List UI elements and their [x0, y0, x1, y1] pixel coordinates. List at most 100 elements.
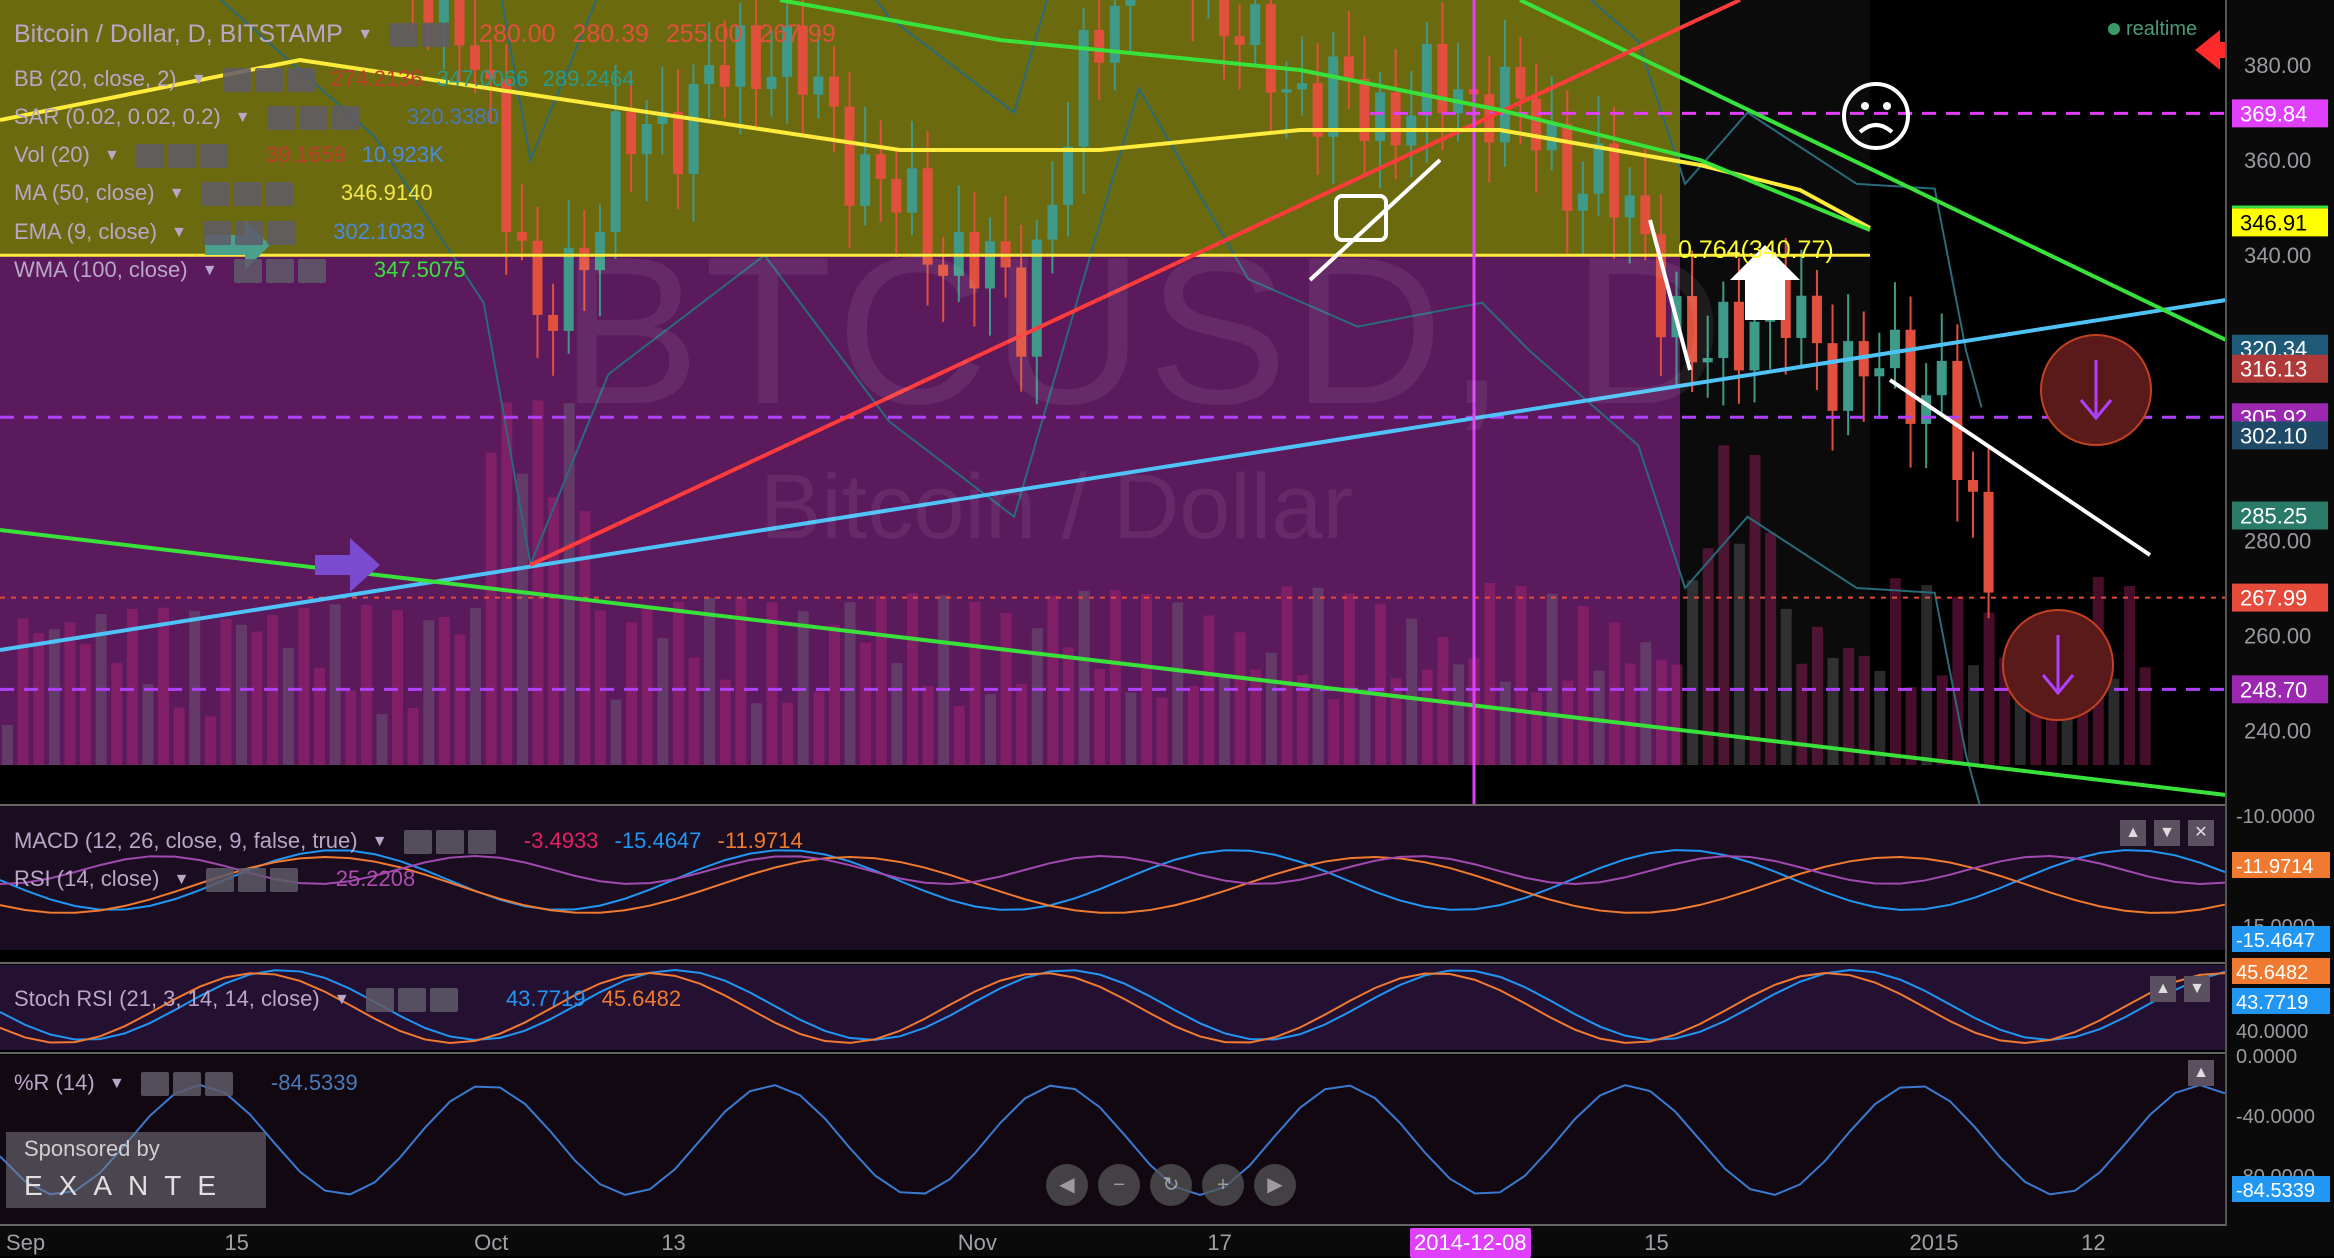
sponsor-box[interactable]: Sponsored by EXANTE	[6, 1132, 266, 1208]
volume-bar	[298, 607, 310, 765]
rsi-legend[interactable]: RSI (14, close) ▼ 25.2208	[14, 866, 416, 893]
eye-icon[interactable]	[203, 221, 232, 246]
close-icon[interactable]	[297, 259, 326, 284]
chevron-down-icon[interactable]: ▼	[357, 26, 373, 44]
volume-bar	[1125, 692, 1137, 765]
candle-body	[1125, 0, 1136, 6]
eye-icon[interactable]	[200, 182, 229, 207]
gear-icon[interactable]	[167, 144, 196, 169]
reset-button[interactable]: ↻	[1150, 1164, 1192, 1206]
wr-legend[interactable]: %R (14) ▼ -84.5339	[14, 1070, 358, 1097]
gear-icon[interactable]	[298, 106, 327, 131]
volume-bar	[1234, 632, 1246, 765]
close-icon[interactable]	[429, 988, 458, 1013]
eye-icon[interactable]	[403, 830, 432, 855]
candle-body	[844, 106, 855, 206]
close-icon[interactable]	[199, 144, 228, 169]
wma-legend[interactable]: WMA (100, close) ▼ 347.5075	[14, 257, 466, 284]
candle-body	[1827, 343, 1838, 411]
gear-icon[interactable]	[237, 868, 266, 893]
price-tag-label: 316.13	[2240, 357, 2307, 382]
gear-icon[interactable]	[235, 221, 264, 246]
volume-bar	[1687, 580, 1699, 765]
pane-up-button[interactable]: ▲	[2120, 820, 2146, 846]
scroll-right-button[interactable]: ▶	[1254, 1164, 1296, 1206]
chevron-down-icon[interactable]: ▼	[235, 109, 251, 127]
gear-icon[interactable]	[172, 1072, 201, 1097]
close-icon[interactable]	[467, 830, 496, 855]
chevron-down-icon[interactable]: ▼	[372, 833, 388, 851]
pane-maximize-button[interactable]: ✕	[2188, 820, 2214, 846]
eye-icon[interactable]	[205, 868, 234, 893]
gear-icon[interactable]	[397, 988, 426, 1013]
close-icon[interactable]	[330, 106, 359, 131]
volume-bar	[1359, 689, 1371, 765]
chevron-down-icon[interactable]: ▼	[169, 185, 185, 203]
volume-bar	[1718, 445, 1730, 765]
eye-icon[interactable]	[233, 259, 262, 284]
volume-bar	[2108, 678, 2120, 765]
volume-bar	[470, 608, 482, 765]
time-tick: Nov	[958, 1230, 997, 1255]
volume-bar	[1546, 593, 1558, 765]
stoch-down-button[interactable]: ▼	[2184, 976, 2210, 1002]
gear-icon[interactable]	[435, 830, 464, 855]
chevron-down-icon[interactable]: ▼	[334, 991, 350, 1009]
gear-icon[interactable]	[254, 68, 283, 93]
pane-down-button[interactable]: ▼	[2154, 820, 2180, 846]
rsi-value: 25.2208	[335, 866, 416, 891]
eye-icon[interactable]	[365, 988, 394, 1013]
candle-body	[501, 79, 512, 233]
vol-legend[interactable]: Vol (20) ▼ 39.1659 10.923K	[14, 142, 444, 169]
ema-legend[interactable]: EMA (9, close) ▼ 302.1033	[14, 219, 425, 246]
sub-axis-tick: -10.0000	[2236, 806, 2315, 828]
gear-icon[interactable]	[265, 259, 294, 284]
volume-bar	[1749, 454, 1761, 765]
candle-body	[1811, 295, 1822, 344]
chevron-down-icon[interactable]: ▼	[109, 1075, 125, 1093]
scroll-left-button[interactable]: ◀	[1046, 1164, 1088, 1206]
close-icon[interactable]	[204, 1072, 233, 1097]
gear-icon[interactable]	[422, 23, 451, 48]
eye-icon[interactable]	[140, 1072, 169, 1097]
eye-icon[interactable]	[135, 144, 164, 169]
price-tag-label: 369.84	[2240, 101, 2307, 126]
volume-bar	[1889, 578, 1901, 765]
volume-bar	[1078, 590, 1090, 765]
volume-bar	[48, 629, 60, 765]
zoom-in-button[interactable]: +	[1202, 1164, 1244, 1206]
zoom-out-button[interactable]: −	[1098, 1164, 1140, 1206]
symbol-legend[interactable]: Bitcoin / Dollar, D, BITSTAMP ▼ 280.00 2…	[14, 20, 836, 49]
eye-icon[interactable]	[266, 106, 295, 131]
stoch-legend[interactable]: Stoch RSI (21, 3, 14, 14, close) ▼ 43.77…	[14, 986, 681, 1013]
candle-body	[1375, 92, 1386, 141]
close-icon[interactable]	[264, 182, 293, 207]
volume-bar	[875, 595, 887, 765]
volume-bar	[1250, 669, 1262, 765]
bb-legend[interactable]: BB (20, close, 2) ▼ 274.2136 347.0066 28…	[14, 66, 634, 93]
chevron-down-icon[interactable]: ▼	[171, 224, 187, 242]
chevron-down-icon[interactable]: ▼	[174, 871, 190, 889]
sar-value: 320.3380	[406, 104, 499, 129]
wr-up-button[interactable]: ▲	[2188, 1060, 2214, 1086]
candle-body	[891, 178, 902, 213]
eye-icon[interactable]	[222, 68, 251, 93]
chevron-down-icon[interactable]: ▼	[191, 71, 207, 89]
eye-icon[interactable]	[390, 23, 419, 48]
stoch-up-button[interactable]: ▲	[2150, 976, 2176, 1002]
close-icon[interactable]	[269, 868, 298, 893]
ma-legend[interactable]: MA (50, close) ▼ 346.9140	[14, 180, 433, 207]
time-tick: 2015	[1910, 1230, 1959, 1255]
close-icon[interactable]	[267, 221, 296, 246]
sar-legend[interactable]: SAR (0.02, 0.02, 0.2) ▼ 320.3380	[14, 104, 499, 131]
sponsor-name: EXANTE	[24, 1170, 233, 1201]
candle-body	[1967, 479, 1978, 492]
chevron-down-icon[interactable]: ▼	[202, 262, 218, 280]
volume-bar	[423, 620, 435, 765]
volume-bar	[1343, 593, 1355, 765]
macd-legend[interactable]: MACD (12, 26, close, 9, false, true) ▼ -…	[14, 828, 803, 855]
close-icon[interactable]	[286, 68, 315, 93]
volume-bar	[64, 622, 76, 765]
chevron-down-icon[interactable]: ▼	[104, 147, 120, 165]
gear-icon[interactable]	[232, 182, 261, 207]
